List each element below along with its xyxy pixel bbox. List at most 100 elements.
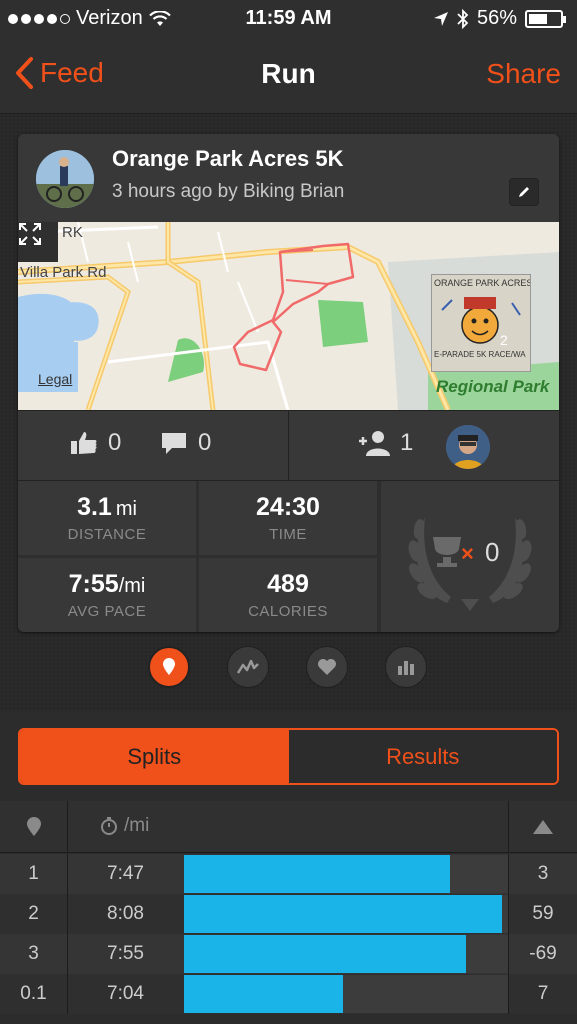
pace-value: 7:55 <box>68 570 119 598</box>
social-bar: 0 0 1 <box>18 410 559 481</box>
edit-button[interactable] <box>509 178 539 206</box>
expand-map-button[interactable] <box>18 222 58 262</box>
stopwatch-icon <box>101 817 117 835</box>
split-bar-track <box>184 895 508 933</box>
calories-value: 489 <box>267 570 309 598</box>
split-bar-track <box>184 975 508 1013</box>
expand-icon <box>19 223 41 245</box>
legal-link[interactable]: Legal <box>38 371 72 387</box>
distance-unit: mi <box>115 498 137 520</box>
photo-text-top: ORANGE PARK ACRES <box>434 278 531 288</box>
athlete-avatar[interactable] <box>446 425 490 469</box>
pace-label: AVG PACE <box>67 603 147 620</box>
status-bar: Verizon 11:59 AM 56% <box>0 0 577 38</box>
pace-stat: 7:55/mi AVG PACE <box>18 558 196 632</box>
athletes-count: 1 <box>400 429 414 456</box>
add-athlete-icon <box>359 431 390 456</box>
athletes-button[interactable]: 1 <box>358 429 413 457</box>
map-pin-icon <box>163 658 175 675</box>
social-divider <box>288 411 289 481</box>
heart-icon <box>318 659 336 675</box>
stats-grid: 3.1 mi DISTANCE 24:30 TIME 7:55/mi AVG PA… <box>18 480 559 632</box>
splits-tab[interactable]: Splits <box>20 730 289 783</box>
status-right-group: 56% <box>433 7 566 30</box>
pace-header-label: /mi <box>124 815 150 836</box>
calories-stat: 489 CALORIES <box>199 558 377 632</box>
navigation-bar: Feed Run Share <box>0 38 577 114</box>
activity-card: Orange Park Acres 5K 3 hours ago by Biki… <box>18 134 559 632</box>
pace-chart-icon <box>237 659 259 674</box>
battery-icon <box>525 9 566 28</box>
thumbs-up-icon <box>71 432 97 454</box>
split-pace: 7:04 <box>107 983 144 1004</box>
bar-chart-icon <box>398 661 414 675</box>
split-pace-bar <box>184 895 502 933</box>
achievements-count: 0 <box>485 537 500 567</box>
heart-rate-view-button[interactable] <box>306 646 348 688</box>
street-label: Villa Park Rd <box>20 264 107 281</box>
split-number: 1 <box>0 854 68 894</box>
comment-icon <box>162 433 186 454</box>
achievements-box[interactable]: × 0 <box>381 481 559 632</box>
split-row: 2 8:08 59 <box>0 894 577 934</box>
view-toggle-bar <box>0 646 577 690</box>
split-pace: 7:47 <box>107 863 144 884</box>
splits-chart-view-button[interactable] <box>385 646 427 688</box>
analysis-view-button[interactable] <box>227 646 269 688</box>
split-pace: 8:08 <box>107 903 144 924</box>
photo-text-bottom: E-PARADE 5K RACE/WA <box>434 350 526 359</box>
route-map[interactable]: RK Villa Park Rd Legal ORANGE PARK ACRES… <box>18 222 559 410</box>
distance-label: DISTANCE <box>67 526 147 543</box>
distance-stat: 3.1 mi DISTANCE <box>18 481 196 555</box>
time-stat: 24:30 TIME <box>199 481 377 555</box>
bluetooth-icon <box>457 8 469 29</box>
share-button[interactable]: Share <box>486 58 561 90</box>
split-elevation: 7 <box>508 974 577 1014</box>
splits-section: Splits Results /mi 1 7:47 3 2 8:08 59 3 … <box>0 711 577 1024</box>
segmented-control: Splits Results <box>18 728 559 785</box>
achievements-x: × <box>461 541 474 566</box>
split-pace: 7:55 <box>107 943 144 964</box>
kudos-button[interactable]: 0 <box>70 429 121 457</box>
split-elevation: 3 <box>508 854 577 894</box>
calories-label: CALORIES <box>248 603 328 620</box>
split-column-header <box>0 801 68 853</box>
split-row: 3 7:55 -69 <box>0 934 577 974</box>
split-row: 1 7:47 3 <box>0 854 577 894</box>
elevation-column-header <box>508 801 577 853</box>
activity-header: Orange Park Acres 5K 3 hours ago by Biki… <box>18 134 559 222</box>
kudos-count: 0 <box>108 429 122 456</box>
activity-subtitle: 3 hours ago by Biking Brian <box>112 181 345 202</box>
content-area: Orange Park Acres 5K 3 hours ago by Biki… <box>0 114 577 1024</box>
split-elevation: 59 <box>508 894 577 934</box>
splits-table: /mi 1 7:47 3 2 8:08 59 3 7:55 -69 0.1 7:04 7 <box>0 801 577 1024</box>
split-number: 0.1 <box>0 974 68 1014</box>
comments-count: 0 <box>198 429 212 456</box>
race-photo-thumbnail[interactable]: ORANGE PARK ACRES E-PARADE 5K RACE/WA <box>431 274 531 372</box>
split-elevation: -69 <box>508 934 577 974</box>
pace-column-header: /mi <box>100 815 149 837</box>
street-fragment-label: RK <box>62 224 83 241</box>
split-pace-bar <box>184 855 450 893</box>
splits-header: /mi <box>0 801 577 853</box>
activity-title: Orange Park Acres 5K <box>112 146 344 171</box>
results-tab[interactable]: Results <box>288 730 557 783</box>
split-bar-track <box>184 855 508 893</box>
time-value: 24:30 <box>256 493 320 521</box>
split-bar-track <box>184 935 508 973</box>
split-row: 0.1 7:04 7 <box>0 974 577 1014</box>
pencil-icon <box>519 187 529 197</box>
split-number: 2 <box>0 894 68 934</box>
owner-avatar[interactable] <box>36 150 94 208</box>
battery-percent: 56% <box>476 7 517 29</box>
map-view-button[interactable] <box>148 646 190 688</box>
split-number: 3 <box>0 934 68 974</box>
comments-button[interactable]: 0 <box>160 429 211 457</box>
park-label: Regional Park <box>436 377 550 396</box>
map-pin-icon <box>26 817 41 836</box>
pace-unit: /mi <box>118 575 146 597</box>
time-label: TIME <box>269 526 307 543</box>
split-pace-bar <box>184 935 466 973</box>
split-pace-bar <box>184 975 343 1013</box>
location-arrow-icon <box>433 11 448 26</box>
